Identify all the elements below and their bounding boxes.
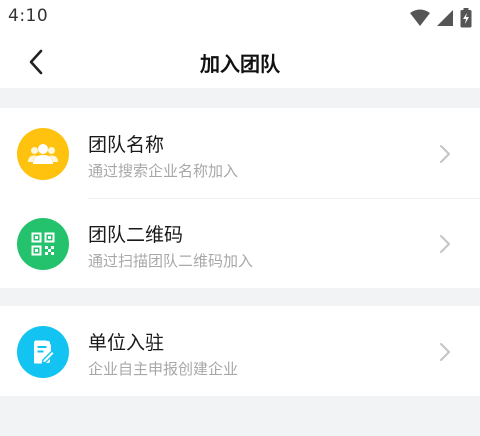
option-subtitle: 通过扫描团队二维码加入 (88, 252, 254, 270)
option-subtitle: 通过搜索企业名称加入 (88, 162, 239, 180)
status-icons (410, 8, 472, 28)
option-title: 团队名称 (88, 134, 165, 156)
chevron-right-icon (440, 145, 450, 163)
edit-document-icon (34, 340, 55, 364)
qr-code-icon (31, 232, 55, 256)
option-team-qr-code[interactable]: 团队二维码 通过扫描团队二维码加入 (0, 198, 480, 288)
option-unit-register[interactable]: 单位入驻 企业自主申报创建企业 (0, 306, 480, 396)
join-options-group: 团队名称 通过搜索企业名称加入 团队二维码 通过扫描团队二维码加入 (0, 108, 480, 288)
people-icon (28, 144, 58, 164)
option-team-name[interactable]: 团队名称 通过搜索企业名称加入 (0, 108, 480, 199)
page-title: 加入团队 (200, 52, 280, 76)
unit-register-icon-badge (17, 326, 69, 378)
battery-charging-icon (460, 8, 472, 28)
wifi-icon (410, 9, 430, 26)
status-bar: 4:10 (0, 0, 480, 36)
register-options-group: 单位入驻 企业自主申报创建企业 (0, 306, 480, 396)
chevron-right-icon (440, 235, 450, 253)
option-subtitle: 企业自主申报创建企业 (88, 360, 239, 378)
option-title: 单位入驻 (88, 332, 165, 354)
status-time: 4:10 (8, 6, 49, 26)
nav-bar: 加入团队 (0, 36, 480, 88)
signal-icon (437, 10, 453, 26)
team-qr-icon-badge (17, 218, 69, 270)
chevron-right-icon (440, 343, 450, 361)
option-title: 团队二维码 (88, 224, 184, 246)
team-name-icon-badge (17, 128, 69, 180)
